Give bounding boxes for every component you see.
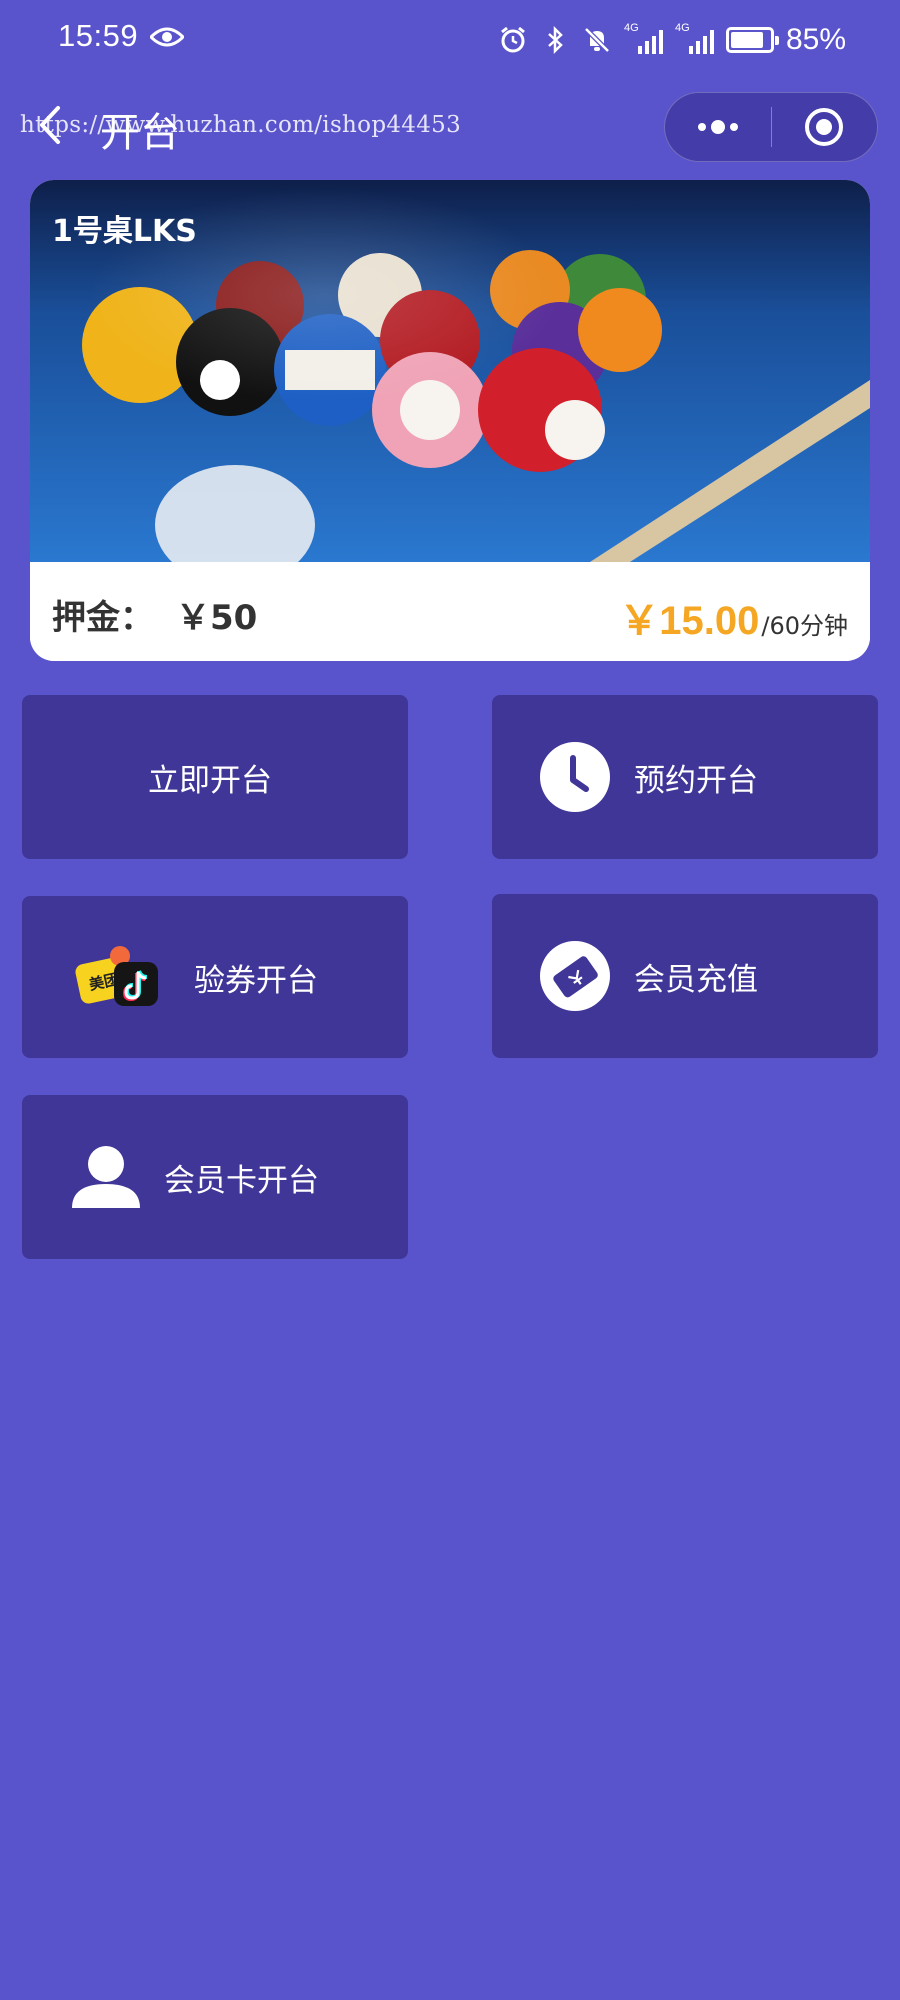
price-amount: ￥15.00 bbox=[619, 599, 760, 643]
recharge-label: 会员充值 bbox=[634, 961, 758, 998]
alarm-icon bbox=[501, 26, 525, 53]
mini-program-capsule bbox=[664, 92, 878, 162]
meituan-douyin-icon: 美团 bbox=[75, 946, 158, 1006]
more-dots-icon bbox=[697, 120, 738, 134]
close-miniprogram-button[interactable] bbox=[771, 92, 877, 162]
clock-icon bbox=[540, 742, 610, 812]
mute-bell-icon bbox=[584, 27, 610, 53]
more-button[interactable] bbox=[665, 92, 771, 162]
battery-percent: 85% bbox=[785, 23, 846, 56]
open-now-button[interactable]: 立即开台 bbox=[22, 695, 408, 859]
eye-icon bbox=[150, 27, 184, 47]
price-unit: /60分钟 bbox=[761, 612, 848, 640]
reserve-label: 预约开台 bbox=[634, 762, 758, 799]
member-card-button[interactable]: 会员卡开台 bbox=[22, 1095, 408, 1259]
price-info: ￥15.00 /60分钟 bbox=[619, 588, 848, 646]
bluetooth-icon bbox=[548, 25, 563, 55]
status-time: 15:59 bbox=[58, 18, 139, 53]
battery-fill bbox=[730, 32, 764, 48]
table-name: 1号桌LKS bbox=[52, 214, 197, 249]
status-bar: 15:59 4G 4G 85% bbox=[0, 0, 900, 80]
watermark-url: https://www.huzhan.com/ishop44453 bbox=[20, 112, 462, 138]
deposit-info: 押金： ￥50 bbox=[52, 590, 257, 639]
signal-strength-1: 4G bbox=[624, 22, 663, 54]
deposit-label: 押金： bbox=[52, 598, 154, 638]
user-icon bbox=[72, 1146, 140, 1208]
deposit-value: ￥50 bbox=[176, 598, 258, 638]
voucher-button[interactable]: 美团 验券开台 bbox=[22, 896, 408, 1058]
network-type-2: 4G bbox=[674, 22, 690, 34]
nav-bar: 开台 https://www.huzhan.com/ishop44453 bbox=[0, 80, 900, 172]
signal-strength-2: 4G bbox=[675, 22, 714, 54]
table-card[interactable]: 1号桌LKS 押金： ￥50 ￥15.00 /60分钟 bbox=[30, 180, 870, 661]
network-type-1: 4G bbox=[623, 22, 639, 34]
status-indicators: 4G 4G 85% bbox=[498, 20, 846, 60]
battery-icon bbox=[725, 27, 779, 53]
member-card-label: 会员卡开台 bbox=[164, 1162, 319, 1199]
voucher-label: 验券开台 bbox=[194, 962, 318, 999]
reserve-button[interactable]: 预约开台 bbox=[492, 695, 878, 859]
membership-card-icon bbox=[540, 941, 610, 1011]
target-circle-icon bbox=[805, 108, 844, 146]
recharge-button[interactable]: 会员充值 bbox=[492, 894, 878, 1058]
table-card-footer: 押金： ￥50 ￥15.00 /60分钟 bbox=[30, 562, 870, 661]
open-now-label: 立即开台 bbox=[148, 762, 272, 799]
